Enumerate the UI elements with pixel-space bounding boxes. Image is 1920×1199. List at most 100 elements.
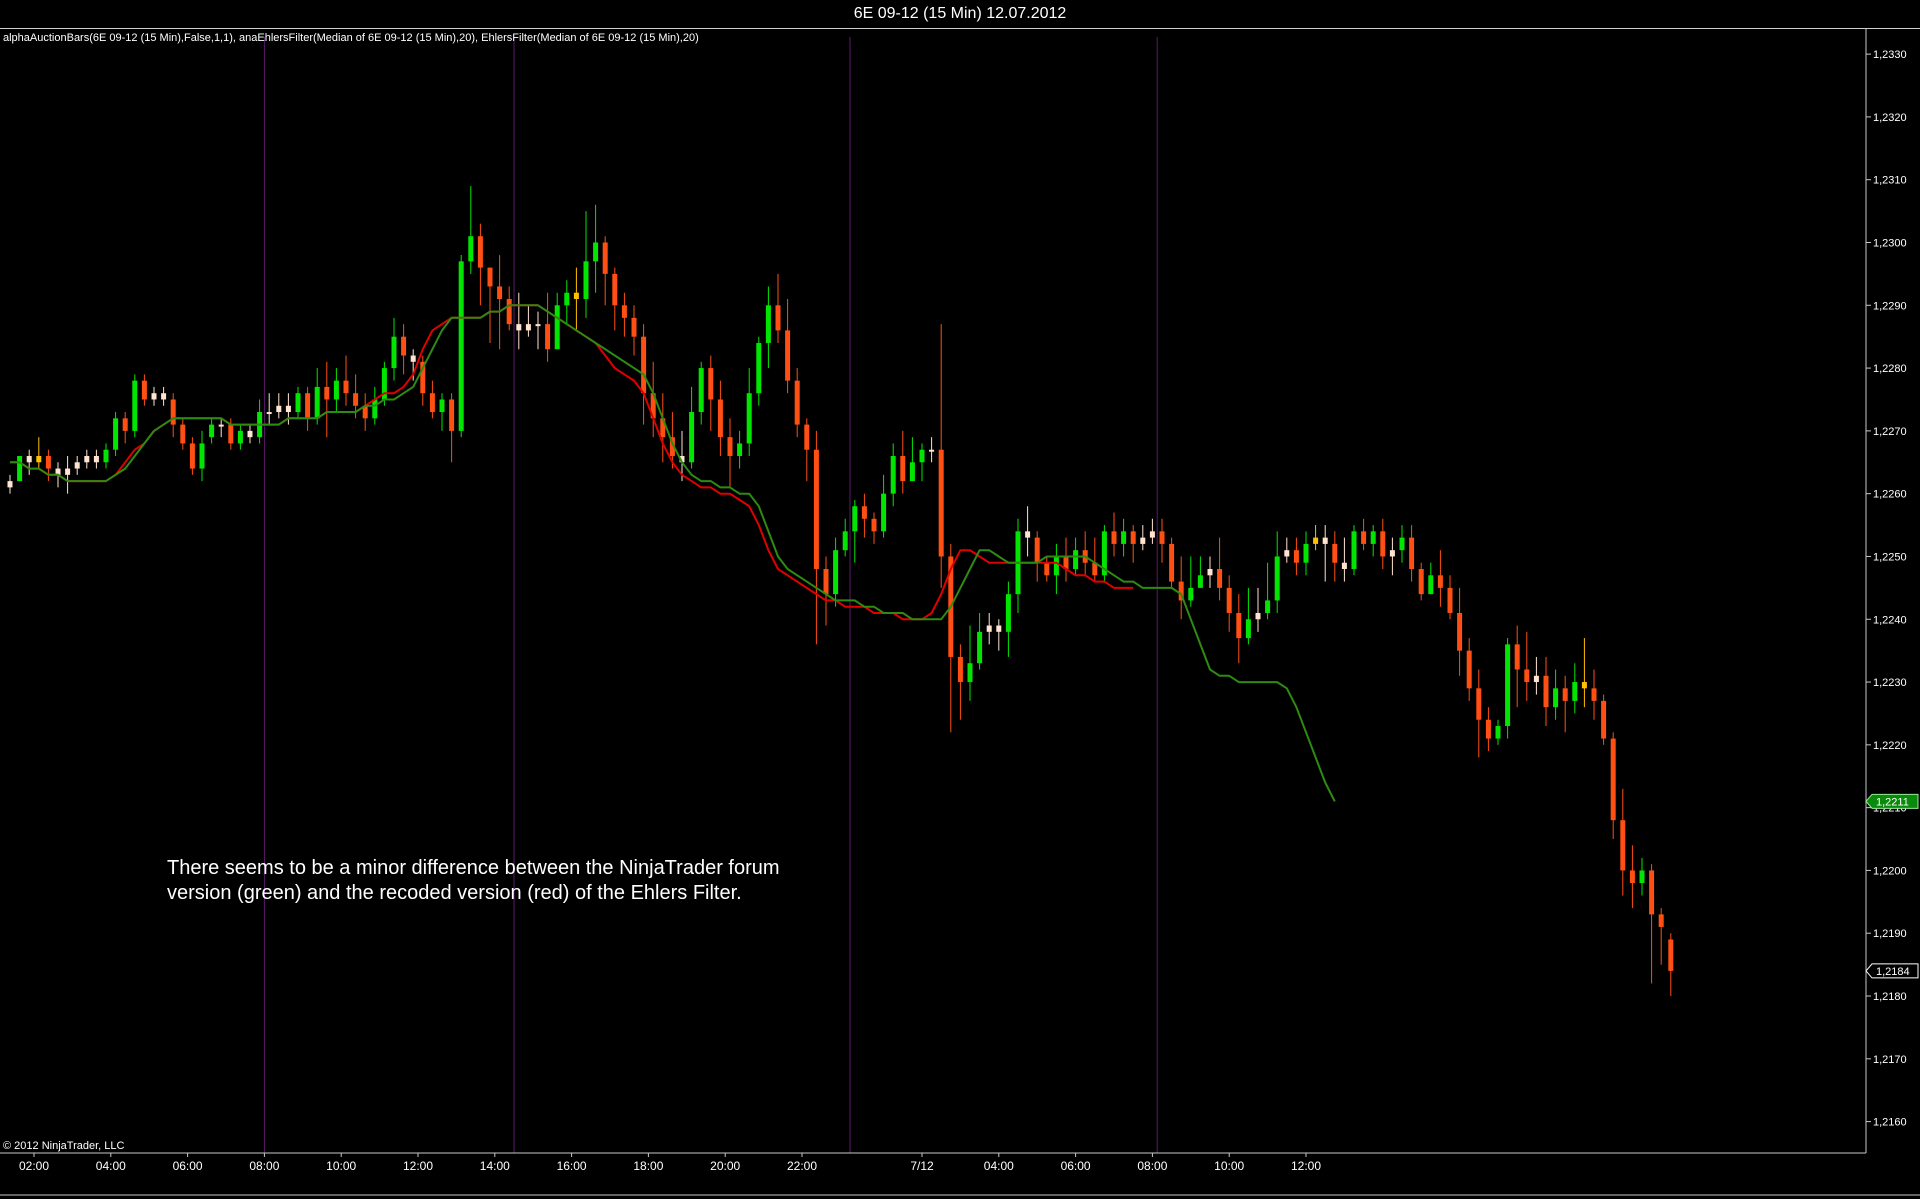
candle-body bbox=[1111, 531, 1117, 544]
time-tick-label: 12:00 bbox=[403, 1159, 433, 1173]
candle bbox=[132, 374, 138, 438]
candle-body bbox=[237, 430, 243, 444]
candle-body bbox=[1197, 575, 1203, 588]
candle-body bbox=[93, 455, 99, 463]
candle-body bbox=[266, 412, 272, 415]
candle-body bbox=[1505, 644, 1511, 727]
candle-body bbox=[497, 286, 503, 300]
candle-body bbox=[1639, 870, 1645, 883]
price-tick-label: 1,2270 bbox=[1873, 426, 1907, 438]
time-tick-label: 22:00 bbox=[787, 1159, 817, 1173]
candle-body bbox=[1044, 562, 1050, 576]
candle-body bbox=[717, 399, 723, 438]
price-tick-label: 1,2260 bbox=[1873, 489, 1907, 501]
candle bbox=[1505, 638, 1511, 739]
candle-body bbox=[1025, 531, 1031, 538]
price-tick-label: 1,2200 bbox=[1873, 865, 1907, 877]
time-tick-label: 10:00 bbox=[1214, 1159, 1244, 1173]
candle-body bbox=[1553, 688, 1559, 708]
candle-body bbox=[1668, 939, 1674, 971]
candle-body bbox=[737, 443, 743, 456]
candle-body bbox=[1293, 550, 1299, 563]
candle-body bbox=[1169, 543, 1175, 582]
candle-body bbox=[938, 449, 944, 557]
price-tick-label: 1,2160 bbox=[1873, 1117, 1907, 1129]
candle-body bbox=[1265, 600, 1271, 613]
candle-body bbox=[333, 380, 339, 400]
candle-body bbox=[1437, 575, 1443, 588]
candle-body bbox=[17, 455, 23, 482]
candle-body bbox=[842, 531, 848, 551]
price-tick-label: 1,2240 bbox=[1873, 614, 1907, 626]
time-tick-label: 08:00 bbox=[1137, 1159, 1167, 1173]
candle-body bbox=[1121, 531, 1127, 544]
candle bbox=[1169, 537, 1175, 588]
candle-body bbox=[1610, 738, 1616, 821]
candle-body bbox=[1601, 700, 1607, 739]
candle-body bbox=[228, 424, 234, 444]
candle-body bbox=[477, 236, 483, 268]
annotation-line-2: version (green) and the recoded version … bbox=[167, 882, 742, 904]
candle-body bbox=[122, 418, 128, 431]
candle-body bbox=[593, 242, 599, 262]
candle-body bbox=[1313, 537, 1319, 544]
candle-body bbox=[1140, 537, 1146, 544]
candle-body bbox=[900, 455, 906, 482]
candle-body bbox=[583, 261, 589, 300]
candle-body bbox=[1217, 569, 1223, 588]
indicator-label: alphaAuctionBars(6E 09-12 (15 Min),False… bbox=[3, 32, 699, 44]
price-tick-label: 1,2290 bbox=[1873, 300, 1907, 312]
candle-body bbox=[1629, 870, 1635, 883]
candle bbox=[17, 455, 23, 482]
candle-body bbox=[305, 393, 311, 419]
price-chart[interactable]: 1,21601,21701,21801,21901,22001,22101,22… bbox=[0, 0, 1920, 1199]
price-tick-label: 1,2230 bbox=[1873, 677, 1907, 689]
candle-body bbox=[410, 355, 416, 362]
candle-body bbox=[1207, 569, 1213, 576]
time-tick-label: 06:00 bbox=[1061, 1159, 1091, 1173]
time-tick-label: 04:00 bbox=[96, 1159, 126, 1173]
chart-annotation: There seems to be a minor difference bet… bbox=[167, 856, 887, 906]
candle-body bbox=[1591, 688, 1597, 701]
candle-body bbox=[708, 368, 714, 400]
candle-body bbox=[602, 242, 608, 274]
time-tick-label: 04:00 bbox=[984, 1159, 1014, 1173]
candle-body bbox=[986, 625, 992, 632]
candle-body bbox=[516, 324, 522, 331]
candle-body bbox=[525, 324, 531, 331]
candle-body bbox=[180, 424, 186, 444]
candle-body bbox=[785, 330, 791, 381]
candle-body bbox=[823, 569, 829, 595]
candle-body bbox=[151, 393, 157, 400]
candle-body bbox=[554, 305, 560, 350]
candle-body bbox=[957, 656, 963, 683]
candle-body bbox=[1447, 587, 1453, 613]
candle-body bbox=[161, 393, 167, 400]
candle-body bbox=[199, 443, 205, 469]
candle-body bbox=[468, 236, 474, 262]
candle-body bbox=[487, 267, 493, 287]
last-price-label: 1,2184 bbox=[1876, 966, 1910, 978]
candle-body bbox=[439, 399, 445, 413]
candle-body bbox=[506, 299, 512, 325]
candle-body bbox=[775, 305, 781, 331]
filter-value-marker: 1,2211 bbox=[1865, 793, 1919, 809]
candle-body bbox=[919, 449, 925, 463]
candle-body bbox=[324, 386, 330, 400]
candle-body bbox=[429, 393, 435, 413]
candle-body bbox=[209, 424, 215, 438]
candle-body bbox=[1581, 682, 1587, 689]
candle-body bbox=[65, 468, 71, 475]
candle-body bbox=[852, 506, 858, 532]
candle-body bbox=[132, 380, 138, 431]
candle-body bbox=[641, 336, 647, 394]
candle-body bbox=[564, 292, 570, 306]
candle-body bbox=[276, 405, 282, 413]
candle-body bbox=[1572, 682, 1578, 701]
price-tick-label: 1,2300 bbox=[1873, 237, 1907, 249]
candle-body bbox=[1514, 644, 1520, 670]
candle-body bbox=[189, 443, 195, 469]
price-tick-label: 1,2310 bbox=[1873, 175, 1907, 187]
candle-body bbox=[1255, 612, 1261, 620]
candle-body bbox=[103, 449, 109, 463]
